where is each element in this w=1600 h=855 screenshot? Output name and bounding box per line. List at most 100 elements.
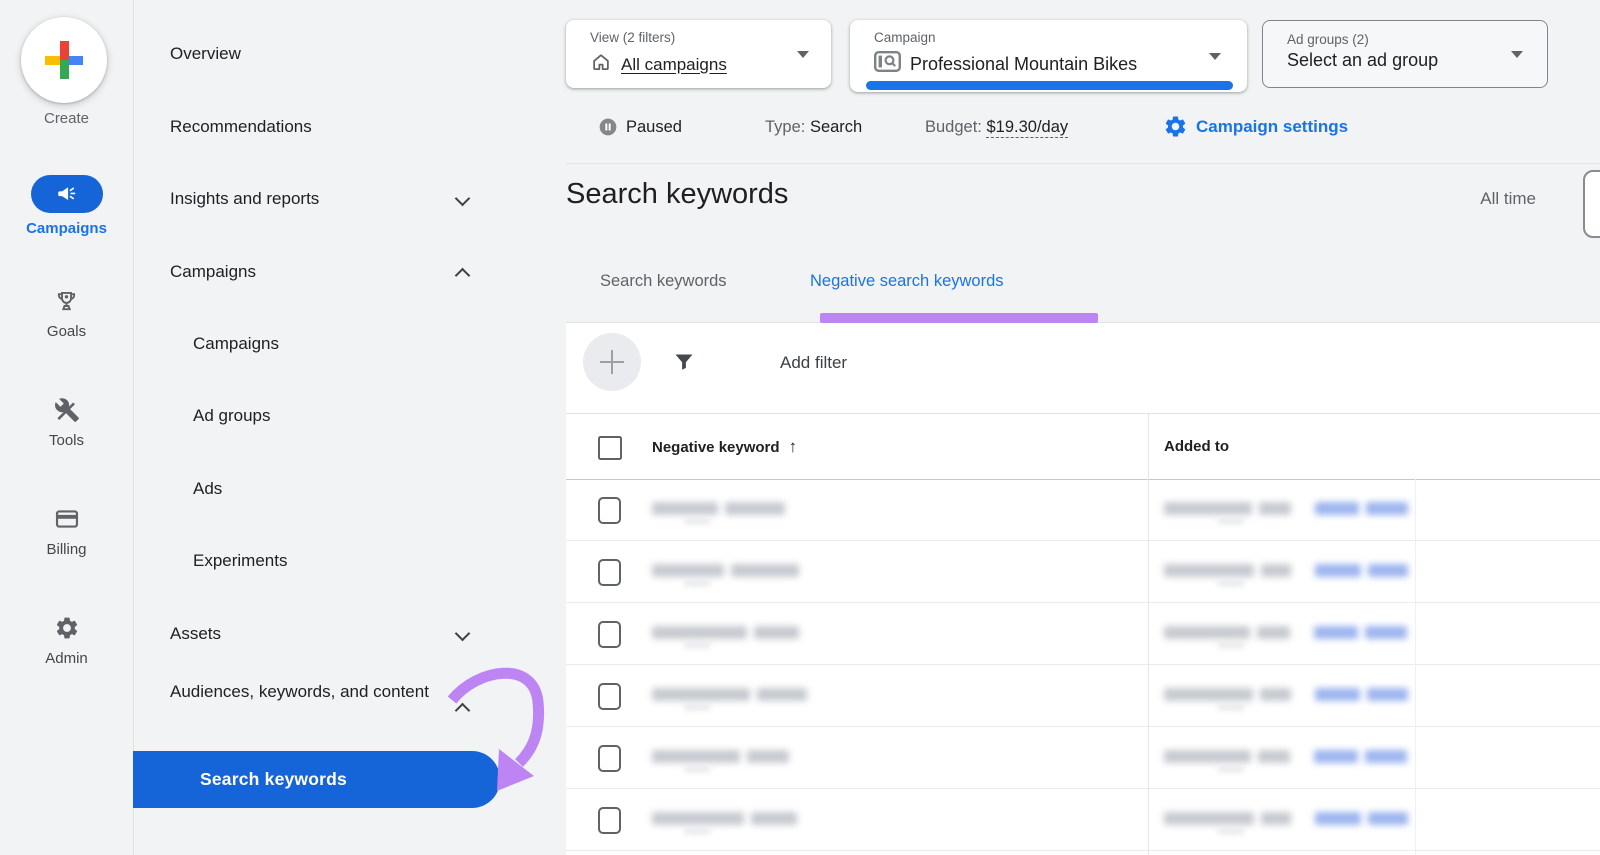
filter-icon[interactable] xyxy=(672,350,696,374)
redacted-text xyxy=(1368,812,1408,825)
negative-keyword-cell xyxy=(652,750,789,763)
redacted-text xyxy=(1315,812,1361,825)
gear-icon xyxy=(1163,114,1188,144)
redacted-text xyxy=(684,766,710,772)
added-to-cell xyxy=(1164,502,1408,515)
negative-keyword-cell xyxy=(652,626,799,639)
redacted-text xyxy=(1260,688,1291,701)
add-keyword-button[interactable] xyxy=(583,333,641,391)
credit-card-icon xyxy=(53,506,81,534)
nav-item-label: Overview xyxy=(170,40,241,68)
budget-value[interactable]: $19.30/day xyxy=(986,118,1068,138)
redacted-text xyxy=(1259,502,1291,515)
date-range-label[interactable]: All time xyxy=(1432,189,1536,209)
ad-groups-dropdown[interactable]: Ad groups (2) Select an ad group xyxy=(1262,20,1548,88)
negative-keyword-cell xyxy=(652,812,797,825)
redacted-text xyxy=(1218,828,1244,834)
select-all-checkbox[interactable] xyxy=(598,436,622,460)
table-row[interactable] xyxy=(566,788,1600,851)
sidebar-item-label: Admin xyxy=(0,650,133,667)
create-button[interactable] xyxy=(21,17,107,103)
view-filter-label: View (2 filters) xyxy=(590,30,831,45)
nav-item-search-keywords-active[interactable]: Search keywords xyxy=(133,751,500,808)
nav-item-experiments[interactable]: Experiments xyxy=(133,547,566,575)
sidebar-item-goals[interactable]: Goals xyxy=(0,288,133,340)
icon-rail: Create CampaignsGoalsToolsBillingAdmin xyxy=(0,0,134,855)
nav-item-ad-groups[interactable]: Ad groups xyxy=(133,402,566,430)
redacted-text xyxy=(747,750,789,763)
redacted-text xyxy=(754,626,799,639)
row-checkbox[interactable] xyxy=(598,745,621,772)
column-header-added-to[interactable]: Added to xyxy=(1164,414,1229,479)
row-checkbox[interactable] xyxy=(598,497,621,524)
google-ads-app: Create CampaignsGoalsToolsBillingAdmin O… xyxy=(0,0,1600,855)
section-divider xyxy=(566,163,1600,164)
redacted-text xyxy=(1366,502,1408,515)
row-checkbox[interactable] xyxy=(598,683,621,710)
status-badge[interactable]: Paused xyxy=(626,117,682,137)
nav-item-campaigns[interactable]: Campaigns xyxy=(133,258,566,286)
redacted-text xyxy=(1164,502,1252,515)
nav-item-campaigns[interactable]: Campaigns xyxy=(133,330,566,358)
redacted-text xyxy=(652,564,724,577)
chevron-down-icon xyxy=(1511,51,1523,58)
table-row[interactable] xyxy=(566,664,1600,727)
date-range-selector[interactable] xyxy=(1583,170,1600,238)
redacted-text xyxy=(684,828,710,834)
tab-search-keywords[interactable]: Search keywords xyxy=(600,272,727,291)
redacted-text xyxy=(684,580,710,586)
table-row[interactable] xyxy=(566,726,1600,789)
table-row[interactable] xyxy=(566,478,1600,541)
home-icon xyxy=(590,51,612,78)
nav-item-recommendations[interactable]: Recommendations xyxy=(133,113,566,141)
chevron-down-icon xyxy=(455,626,471,642)
chevron-down-icon xyxy=(797,51,809,58)
tools-icon xyxy=(53,397,81,425)
row-checkbox[interactable] xyxy=(598,807,621,834)
table-row[interactable] xyxy=(566,540,1600,603)
campaign-settings-link[interactable]: Campaign settings xyxy=(1196,117,1348,137)
tab-negative-search-keywords[interactable]: Negative search keywords xyxy=(810,272,1004,291)
column-header-negative-keyword[interactable]: Negative keyword↑ xyxy=(652,414,797,480)
campaign-badge-icon xyxy=(874,51,901,77)
redacted-text xyxy=(1368,564,1408,577)
nav-item-label: Campaigns xyxy=(193,330,279,358)
redacted-text xyxy=(652,812,744,825)
view-filter-dropdown[interactable]: View (2 filters) All campaigns xyxy=(566,20,831,88)
nav-item-label: Experiments xyxy=(193,547,287,575)
nav-item-assets[interactable]: Assets xyxy=(133,620,566,648)
added-to-cell xyxy=(1164,688,1408,701)
redacted-text xyxy=(1218,766,1244,772)
table-row[interactable] xyxy=(566,850,1600,855)
nav-item-audiences-keywords-and-content[interactable]: Audiences, keywords, and content xyxy=(133,676,566,738)
nav-item-label: Assets xyxy=(170,620,221,648)
nav-item-insights-and-reports[interactable]: Insights and reports xyxy=(133,185,566,213)
nav-item-label: Insights and reports xyxy=(170,185,319,213)
nav-item-ads[interactable]: Ads xyxy=(133,475,566,503)
row-checkbox[interactable] xyxy=(598,559,621,586)
sidebar-item-label: Campaigns xyxy=(0,220,133,237)
sidebar-item-billing[interactable]: Billing xyxy=(0,506,133,558)
sort-ascending-icon: ↑ xyxy=(789,437,798,456)
sidebar-item-tools[interactable]: Tools xyxy=(0,397,133,449)
redacted-text xyxy=(1365,626,1407,639)
page-title: Search keywords xyxy=(566,178,788,211)
redacted-text xyxy=(1258,750,1290,763)
redacted-text xyxy=(1261,564,1291,577)
redacted-text xyxy=(1164,688,1253,701)
row-checkbox[interactable] xyxy=(598,621,621,648)
nav-item-overview[interactable]: Overview xyxy=(133,40,566,68)
column-divider xyxy=(1415,478,1416,855)
redacted-text xyxy=(1218,642,1244,648)
table-row[interactable] xyxy=(566,602,1600,665)
redacted-text xyxy=(652,502,718,515)
plus-multicolor-icon xyxy=(45,41,83,79)
redacted-text xyxy=(1315,688,1360,701)
ad-groups-label: Ad groups (2) xyxy=(1287,32,1547,47)
add-filter-button[interactable]: Add filter xyxy=(780,351,847,375)
campaign-dropdown[interactable]: Campaign Professional Mountain Bikes xyxy=(850,20,1247,92)
nav-item-label: Recommendations xyxy=(170,113,312,141)
sidebar-item-admin[interactable]: Admin xyxy=(0,615,133,667)
sidebar-item-label: Goals xyxy=(0,323,133,340)
sidebar-item-campaigns[interactable]: Campaigns xyxy=(0,175,133,237)
